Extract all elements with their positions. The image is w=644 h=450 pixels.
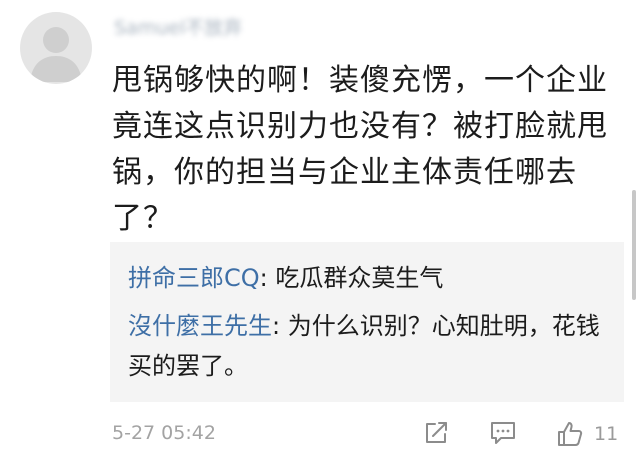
comment-author[interactable]: Samuel不放弃 — [114, 16, 242, 40]
avatar[interactable] — [20, 12, 92, 84]
reply-button[interactable] — [489, 420, 517, 446]
reply-separator: : — [272, 312, 288, 340]
reply-item: 沒什麼王先生: 为什么识别？心知肚明，花钱买的罢了。 — [128, 306, 608, 386]
comment-icon — [491, 422, 515, 444]
comment-meta: 5-27 05:42 11 — [112, 420, 632, 450]
default-user-avatar-icon — [30, 27, 82, 82]
thumbs-up-icon — [558, 422, 583, 446]
reply-list: 拼命三郎CQ: 吃瓜群众莫生气 沒什麼王先生: 为什么识别？心知肚明，花钱买的罢… — [110, 242, 624, 402]
comment-timestamp: 5-27 05:42 — [112, 422, 216, 444]
comment-text: 甩锅够快的啊！装傻充愣，一个企业竟连这点识别力也没有？被打脸就甩锅，你的担当与企… — [112, 63, 608, 236]
scrollbar[interactable] — [632, 190, 636, 300]
reply-text: 吃瓜群众莫生气 — [275, 264, 444, 292]
like-button[interactable]: 11 — [556, 420, 618, 448]
comment-card: Samuel不放弃 甩锅够快的啊！装傻充愣，一个企业竟连这点识别力也没有？被打脸… — [0, 0, 644, 450]
reply-separator: : — [259, 264, 276, 292]
share-button[interactable] — [423, 420, 449, 446]
like-count: 11 — [594, 423, 619, 445]
reply-author[interactable]: 拼命三郎CQ — [128, 264, 260, 292]
share-icon — [426, 422, 447, 443]
reply-author[interactable]: 沒什麼王先生 — [128, 312, 272, 340]
reply-item: 拼命三郎CQ: 吃瓜群众莫生气 — [128, 258, 608, 298]
